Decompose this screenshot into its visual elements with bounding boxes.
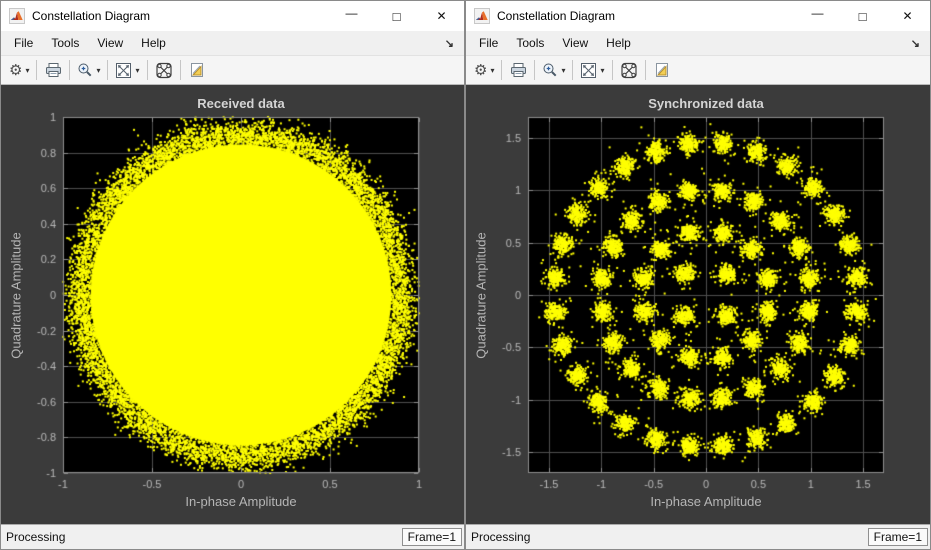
figure-area-synchronized: Synchronized data In-phase Amplitude Qua… (466, 85, 930, 524)
playback-icon (189, 62, 205, 78)
status-bar: Processing Frame=1 (466, 524, 930, 549)
frame-counter: Frame=1 (402, 528, 462, 546)
toolbar-separator (180, 60, 181, 80)
matlab-icon (474, 8, 490, 24)
received-data-plot (1, 85, 464, 524)
zoom-in-icon (77, 62, 93, 78)
constellation-window-received: Constellation Diagram — □ ✕ File Tools V… (0, 0, 465, 550)
fit-to-view-button[interactable]: ▾ (112, 58, 142, 82)
window-title: Constellation Diagram (497, 9, 795, 23)
menu-file[interactable]: File (470, 33, 507, 53)
zoom-in-button[interactable]: ▾ (74, 58, 103, 82)
print-button[interactable] (506, 58, 530, 82)
toolbar-separator (645, 60, 646, 80)
settings-button[interactable]: ⚙ ▾ (6, 58, 32, 82)
close-button[interactable]: ✕ (885, 1, 930, 31)
menu-bar: File Tools View Help ↘ (466, 31, 930, 55)
frame-counter: Frame=1 (868, 528, 928, 546)
minimize-button[interactable]: — (329, 1, 374, 31)
toolbar: ⚙ ▾ ▾ (1, 55, 464, 85)
dock-arrow-icon[interactable]: ↘ (445, 37, 454, 50)
fit-to-view-icon (580, 62, 597, 79)
constellation-icon (155, 62, 173, 79)
toolbar-separator (36, 60, 37, 80)
print-button[interactable] (41, 58, 65, 82)
status-text: Processing (6, 530, 65, 544)
maximize-button[interactable]: □ (374, 1, 419, 31)
constellation-settings-button[interactable] (152, 58, 176, 82)
settings-dropdown-icon: ▾ (25, 66, 29, 75)
printer-icon (510, 62, 527, 78)
title-bar[interactable]: Constellation Diagram — □ ✕ (1, 1, 464, 31)
fit-to-view-icon (115, 62, 132, 79)
toolbar-separator (501, 60, 502, 80)
figure-area-received: Received data In-phase Amplitude Quadrat… (1, 85, 464, 524)
menu-tools[interactable]: Tools (42, 33, 88, 53)
toolbar-separator (534, 60, 535, 80)
gear-icon: ⚙ (9, 63, 22, 78)
playback-button[interactable] (185, 58, 209, 82)
toolbar-separator (69, 60, 70, 80)
toolbar-separator (612, 60, 613, 80)
synchronized-data-plot (466, 85, 930, 524)
zoom-dropdown-icon: ▾ (561, 66, 565, 75)
window-title: Constellation Diagram (32, 9, 329, 23)
matlab-icon (9, 8, 25, 24)
zoom-in-icon (542, 62, 558, 78)
fit-dropdown-icon: ▾ (600, 66, 604, 75)
constellation-window-synchronized: Constellation Diagram — □ ✕ File Tools V… (465, 0, 931, 550)
settings-dropdown-icon: ▾ (490, 66, 494, 75)
status-bar: Processing Frame=1 (1, 524, 464, 549)
gear-icon: ⚙ (474, 63, 487, 78)
fit-dropdown-icon: ▾ (135, 66, 139, 75)
close-button[interactable]: ✕ (419, 1, 464, 31)
playback-button[interactable] (650, 58, 674, 82)
zoom-dropdown-icon: ▾ (96, 66, 100, 75)
printer-icon (45, 62, 62, 78)
fit-to-view-button[interactable]: ▾ (577, 58, 607, 82)
menu-help[interactable]: Help (597, 33, 640, 53)
minimize-button[interactable]: — (795, 1, 840, 31)
toolbar-separator (107, 60, 108, 80)
dock-arrow-icon[interactable]: ↘ (911, 37, 920, 50)
toolbar-separator (147, 60, 148, 80)
constellation-icon (620, 62, 638, 79)
menu-help[interactable]: Help (132, 33, 175, 53)
menu-view[interactable]: View (553, 33, 597, 53)
status-text: Processing (471, 530, 530, 544)
playback-icon (654, 62, 670, 78)
menu-view[interactable]: View (88, 33, 132, 53)
toolbar-separator (572, 60, 573, 80)
menu-file[interactable]: File (5, 33, 42, 53)
zoom-in-button[interactable]: ▾ (539, 58, 568, 82)
menu-bar: File Tools View Help ↘ (1, 31, 464, 55)
constellation-settings-button[interactable] (617, 58, 641, 82)
maximize-button[interactable]: □ (840, 1, 885, 31)
menu-tools[interactable]: Tools (507, 33, 553, 53)
toolbar: ⚙ ▾ ▾ (466, 55, 930, 85)
settings-button[interactable]: ⚙ ▾ (471, 58, 497, 82)
title-bar[interactable]: Constellation Diagram — □ ✕ (466, 1, 930, 31)
